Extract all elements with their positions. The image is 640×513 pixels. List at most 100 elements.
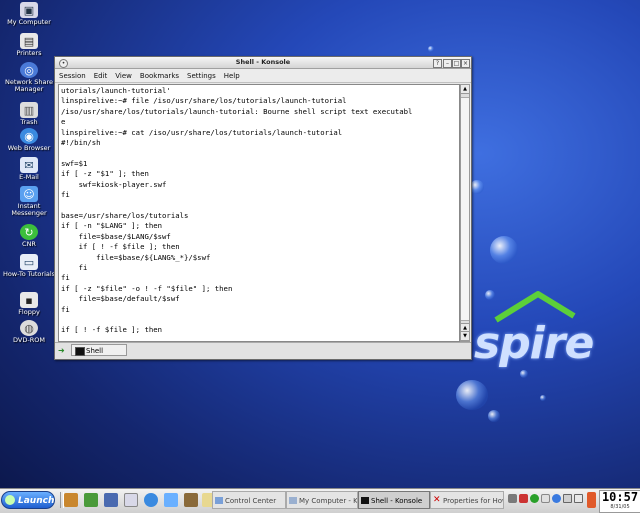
scroll-up-icon[interactable]: ▲ [461,85,469,94]
desktop-icon-network-share-manager[interactable]: ◎ Network Share Manager [0,62,58,93]
control-center-icon [215,497,223,504]
vertical-scrollbar[interactable]: ▲ ▲ ▼ [460,84,470,342]
menu-edit[interactable]: Edit [94,72,108,80]
terminal-line: if [ -n "$LANG" ]; then [61,221,163,231]
calendar-icon[interactable] [124,493,138,507]
globe-status-icon[interactable] [552,494,561,503]
decorative-bubble [520,370,528,378]
scrollbar-thumb[interactable] [461,97,469,321]
desktop-icon-label: Floppy [18,308,40,316]
file-manager-icon[interactable] [104,493,118,507]
session-tab-shell[interactable]: Shell [71,344,127,356]
menu-settings[interactable]: Settings [187,72,216,80]
menubar: Session Edit View Bookmarks Settings Hel… [55,69,471,83]
minimize-icon[interactable]: – [443,59,452,68]
trash-icon: ▥ [20,102,38,118]
taskbar: Launch Control Center My Computer - Ko S… [0,488,640,513]
terminal-icon [75,347,85,356]
cnr-icon: ↻ [20,224,38,240]
desktop-icon-dvd-rom[interactable]: ◍ DVD-ROM [0,320,58,344]
desktop-icon-floppy[interactable]: ▪ Floppy [0,292,58,316]
task-shell-konsole[interactable]: Shell - Konsole [358,491,430,509]
task-label: Properties for How [443,497,504,505]
desktop-icon-my-computer[interactable]: ▣ My Computer [0,2,58,26]
terminal-line: if [ ! -f $file ]; then [61,325,163,335]
printer-icon: ▤ [20,33,38,49]
terminal-line: #!/bin/sh [61,138,101,148]
floppy-icon: ▪ [20,292,38,308]
update-icon[interactable] [530,494,539,503]
new-session-icon[interactable]: ➜ [58,346,68,355]
desktop-icon-how-to-tutorials[interactable]: ▭ How-To Tutorials [0,254,58,278]
desktop-icon-printers[interactable]: ▤ Printers [0,33,58,57]
battery-icon[interactable] [563,494,572,503]
terminal-output[interactable]: utorials/launch-tutorial' linspirelive:~#… [58,84,460,342]
desktop-icon-web-browser[interactable]: ◉ Web Browser [0,128,58,152]
launch-label: Launch [18,496,55,506]
close-icon[interactable]: × [461,59,470,68]
task-my-computer[interactable]: My Computer - Ko [286,491,358,509]
decorative-bubble [428,46,434,52]
task-label: Shell - Konsole [371,497,423,505]
computer-icon [289,497,297,504]
terminal-icon [361,497,369,504]
desktop-icon-instant-messenger[interactable]: ☺ Instant Messenger [0,186,58,217]
desktop-icon-label: Instant Messenger [11,202,47,217]
menu-view[interactable]: View [115,72,132,80]
task-properties[interactable]: ✕ Properties for How [430,491,504,509]
decorative-bubble [470,180,484,194]
terminal-line: if [ -z "$file" -o ! -f "$file" ]; then [61,283,233,293]
clock-time: 10:57 [601,490,639,504]
desktop-icon-label: Network Share Manager [5,78,53,93]
desktop-icon-label: Printers [16,49,42,57]
menu-help[interactable]: Help [224,72,240,80]
tools-icon[interactable] [184,493,198,507]
decorative-bubble [456,380,488,410]
package-icon[interactable] [64,493,78,507]
browser-icon[interactable] [144,493,158,507]
notification-icon[interactable] [587,492,596,508]
clock[interactable]: 10:57 8/31/05 [599,490,640,513]
checkmark-icon[interactable] [84,493,98,507]
network-status-icon[interactable] [519,494,528,503]
window-titlebar[interactable]: • Shell - Konsole ? – □ × [55,57,471,69]
menu-bookmarks[interactable]: Bookmarks [140,72,179,80]
volume-icon[interactable] [508,494,517,503]
scroll-down-icon[interactable]: ▼ [461,331,469,341]
terminal-line: swf=$1 [61,158,88,168]
terminal-line: if [ ! -f $file ]; then [61,242,180,252]
terminal-line: fi [61,262,88,272]
globe-icon: ◉ [20,128,38,144]
desktop-icon-label: DVD-ROM [13,336,45,344]
konsole-window[interactable]: • Shell - Konsole ? – □ × Session Edit V… [54,56,472,360]
launch-button[interactable]: Launch [1,491,55,509]
session-tab-label: Shell [86,347,104,355]
task-control-center[interactable]: Control Center [212,491,286,509]
terminal-text: utorials/launch-tutorial' linspirelive:~#… [59,85,459,337]
desktop-icon-label: E-Mail [19,173,39,181]
terminal-line: fi [61,304,70,314]
display-icon[interactable] [574,494,583,503]
keyboard-icon[interactable] [541,494,550,503]
chat-icon[interactable] [164,493,178,507]
window-title: Shell - Konsole [235,58,291,66]
terminal-line: e [61,117,66,127]
chat-icon: ☺ [20,186,38,202]
terminal-line: linspirelive:~# cat /iso/usr/share/los/t… [61,127,343,137]
clock-date: 8/31/05 [610,504,630,510]
menu-session[interactable]: Session [59,72,86,80]
desktop-icon-cnr[interactable]: ↻ CNR [0,224,58,248]
decorative-bubble [488,410,500,422]
help-icon[interactable]: ? [433,59,442,68]
desktop-icon-trash[interactable]: ▥ Trash [0,102,58,126]
desktop-icon-label: Trash [20,118,38,126]
terminal-line: base=/usr/share/los/tutorials [61,210,189,220]
mail-icon: ✉ [20,157,38,173]
maximize-icon[interactable]: □ [452,59,461,68]
desktop-icon-label: Web Browser [7,144,51,152]
computer-icon: ▣ [20,2,38,18]
desktop-icon-e-mail[interactable]: ✉ E-Mail [0,157,58,181]
